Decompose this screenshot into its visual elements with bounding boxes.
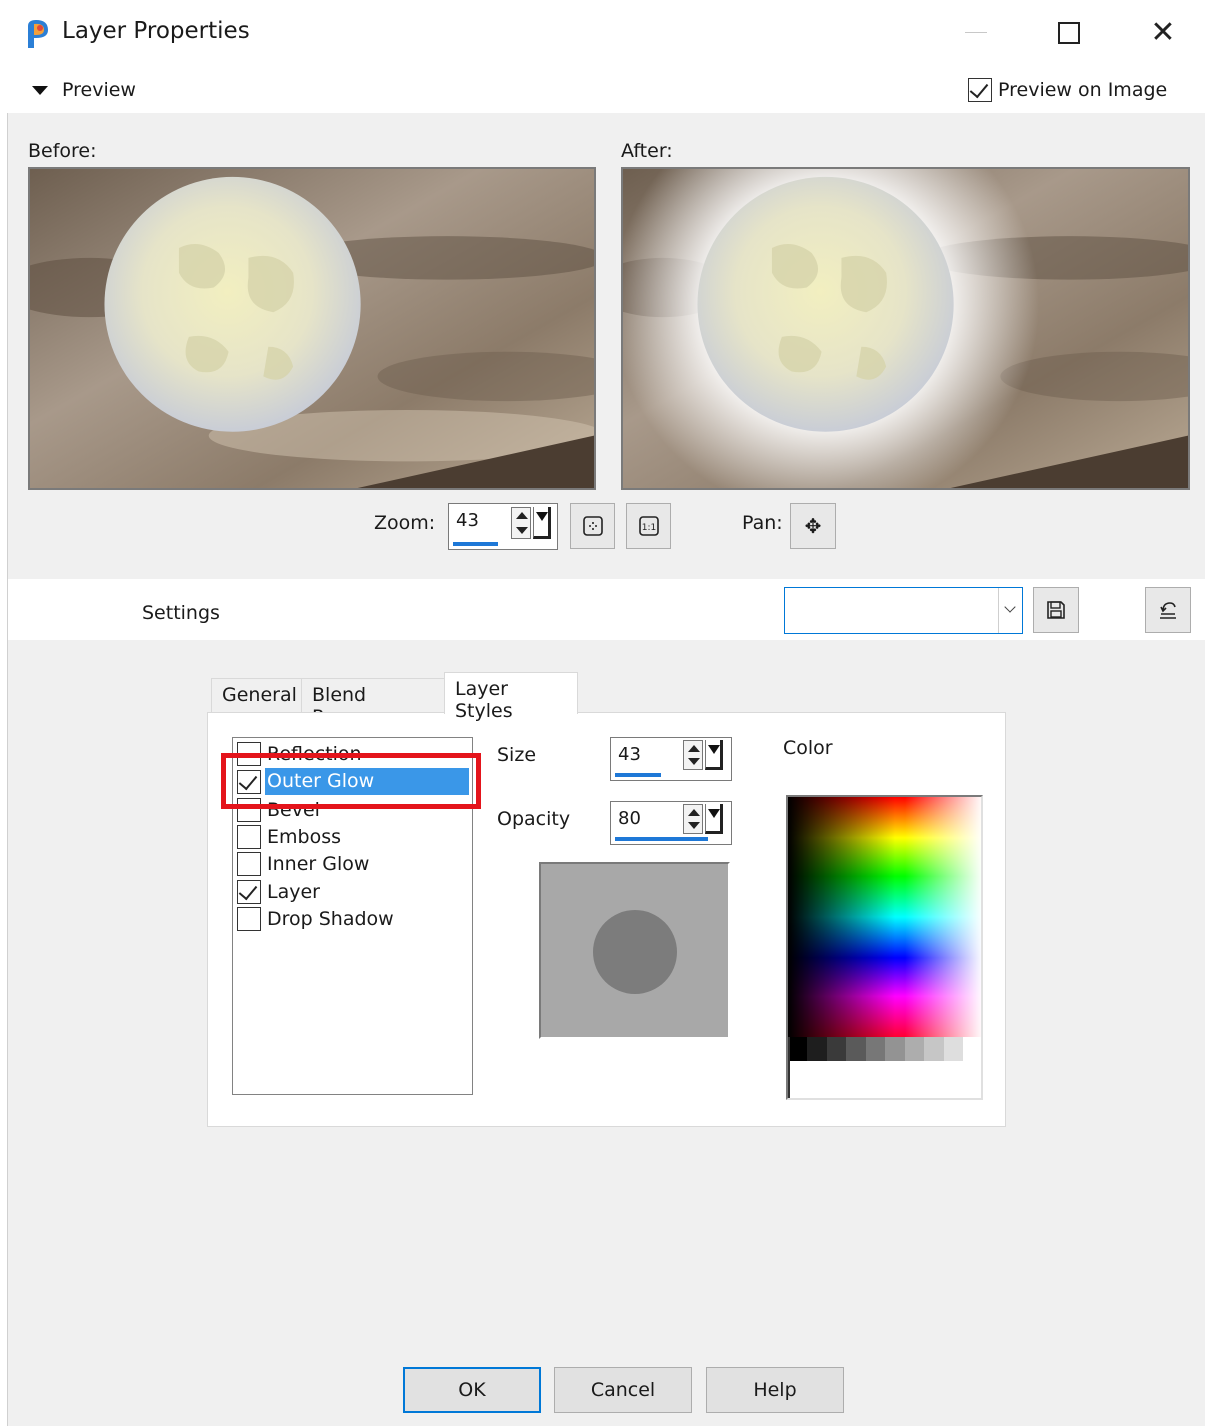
svg-text:1:1: 1:1	[641, 523, 655, 533]
list-item-layer[interactable]: Layer	[237, 878, 322, 905]
preview-on-image-checkbox[interactable]: Preview on Image	[968, 76, 1167, 104]
window-left-edge	[0, 113, 8, 1426]
paintshop-pro-icon	[24, 18, 52, 50]
tab-blend-ranges[interactable]: Blend Ranges	[301, 678, 445, 728]
save-preset-button[interactable]	[1033, 587, 1079, 633]
checkbox-unchecked-icon[interactable]	[237, 906, 261, 931]
settings-label: Settings	[142, 602, 220, 624]
grayscale-swatches[interactable]	[788, 1037, 963, 1061]
after-preview-image[interactable]	[621, 167, 1190, 490]
color-cursor	[788, 1037, 790, 1098]
floppy-disk-icon	[1047, 601, 1065, 619]
list-item-emboss[interactable]: Emboss	[237, 823, 343, 850]
settings-preset-dropdown[interactable]	[784, 587, 1023, 634]
checkbox-unchecked-icon[interactable]	[237, 824, 261, 849]
one-to-one-icon: 1:1	[638, 516, 659, 536]
zoom-spinner[interactable]: 43	[448, 503, 558, 550]
preview-on-image-label: Preview on Image	[998, 79, 1168, 101]
style-label: Emboss	[267, 825, 341, 848]
up-down-arrows-icon[interactable]	[683, 740, 703, 770]
dropdown-arrow-icon[interactable]	[705, 740, 723, 770]
size-spinner[interactable]: 43	[610, 737, 732, 781]
zoom-value[interactable]: 43	[456, 510, 479, 531]
list-item-inner-glow[interactable]: Inner Glow	[237, 850, 371, 877]
tab-general[interactable]: General	[211, 678, 302, 714]
glow-preview-swatch	[539, 862, 730, 1039]
window-title: Layer Properties	[62, 18, 250, 44]
zoom-label: Zoom:	[374, 512, 436, 534]
ok-button[interactable]: OK	[403, 1367, 541, 1413]
color-picker[interactable]	[786, 795, 983, 1100]
minimize-button[interactable]	[965, 32, 987, 33]
dropdown-arrow-icon[interactable]	[533, 507, 551, 539]
highlight-annotation	[221, 753, 481, 809]
chevron-down-icon[interactable]	[998, 588, 1022, 633]
before-preview-image[interactable]	[28, 167, 596, 490]
checkbox-checked-icon[interactable]	[237, 879, 261, 904]
opacity-label: Opacity	[497, 808, 571, 830]
size-label: Size	[497, 744, 537, 766]
preview-label: Preview	[62, 79, 136, 101]
glow-sample-circle	[593, 910, 677, 994]
reset-defaults-button[interactable]	[1145, 587, 1191, 633]
zoom-fit-icon	[582, 516, 603, 536]
color-spectrum[interactable]	[788, 797, 981, 1037]
style-label: Inner Glow	[267, 852, 370, 875]
opacity-spin-buttons[interactable]	[683, 804, 727, 840]
size-level-bar	[615, 773, 661, 777]
list-item-drop-shadow[interactable]: Drop Shadow	[237, 905, 396, 932]
cancel-button[interactable]: Cancel	[554, 1367, 692, 1413]
pan-label: Pan:	[742, 512, 783, 534]
up-down-arrows-icon[interactable]	[683, 804, 703, 834]
opacity-spinner[interactable]: 80	[610, 801, 732, 845]
actual-size-button[interactable]: 1:1	[626, 503, 671, 549]
preview-toggle[interactable]: Preview	[28, 76, 136, 104]
reset-icon	[1160, 602, 1176, 619]
pan-button[interactable]: ✥	[790, 503, 836, 549]
style-label: Layer	[267, 880, 320, 903]
up-down-arrows-icon[interactable]	[511, 507, 531, 539]
collapse-triangle-icon	[32, 85, 48, 95]
style-label: Drop Shadow	[267, 907, 394, 930]
opacity-value[interactable]: 80	[618, 808, 641, 829]
help-button[interactable]: Help	[706, 1367, 844, 1413]
checkbox-checked-icon[interactable]	[968, 78, 992, 102]
checkbox-unchecked-icon[interactable]	[237, 851, 261, 876]
zoom-to-fit-button[interactable]	[570, 503, 615, 549]
before-label: Before:	[28, 140, 97, 162]
zoom-level-bar	[453, 542, 498, 546]
size-value[interactable]: 43	[618, 744, 641, 765]
dropdown-arrow-icon[interactable]	[705, 804, 723, 834]
tab-layer-styles[interactable]: Layer Styles	[444, 672, 578, 722]
move-cross-icon: ✥	[804, 514, 822, 538]
maximize-button[interactable]	[1058, 22, 1080, 44]
zoom-spin-buttons[interactable]	[511, 507, 555, 543]
color-label: Color	[783, 737, 833, 759]
close-button[interactable]: ✕	[1150, 18, 1176, 48]
after-label: After:	[621, 140, 673, 162]
size-spin-buttons[interactable]	[683, 740, 727, 776]
